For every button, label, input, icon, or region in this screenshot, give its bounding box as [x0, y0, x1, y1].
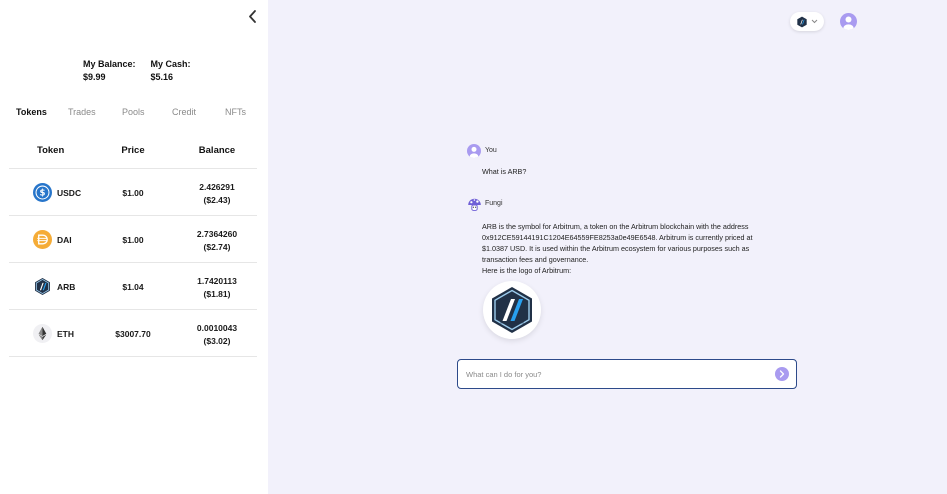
token-balance: 2.7364260 ($2.74) [177, 228, 257, 253]
token-price: $3007.70 [115, 329, 151, 339]
token-balance: 1.7420113 ($1.81) [177, 275, 257, 300]
dai-icon [33, 230, 52, 249]
token-price: $1.00 [122, 188, 144, 198]
chat-input[interactable] [466, 366, 766, 382]
my-cash-value: $5.16 [150, 71, 174, 82]
user-message-sender: You [485, 147, 497, 154]
eth-icon [33, 324, 52, 343]
table-row[interactable]: ETH $3007.70 0.0010043 ($3.02) [9, 310, 257, 357]
bot-message-text: ARB is the symbol for Arbitrum, a token … [482, 221, 782, 276]
arbitrum-logo-icon [492, 287, 532, 333]
mushroom-icon [468, 198, 481, 211]
token-balance-usd: ($1.81) [203, 288, 231, 299]
user-message-avatar [467, 144, 481, 158]
user-message-text: What is ARB? [482, 167, 527, 176]
column-header-balance: Balance [198, 145, 236, 156]
chevron-down-icon [811, 19, 818, 24]
svg-text:$: $ [40, 189, 46, 199]
user-avatar[interactable] [840, 13, 857, 30]
balance-summary: My Balance: $9.99 My Cash: $5.16 [83, 58, 191, 83]
user-icon [469, 146, 479, 158]
token-symbol: DAI [57, 235, 72, 245]
token-price: $1.04 [122, 282, 144, 292]
my-cash-label: My Cash: [150, 59, 191, 69]
my-balance-value: $9.99 [83, 71, 106, 82]
arb-icon [35, 277, 50, 296]
collapse-sidebar-button[interactable] [244, 7, 260, 25]
sidebar: My Balance: $9.99 My Cash: $5.16 Tokens … [0, 0, 268, 494]
bot-message-line: Here is the logo of Arbitrum: [482, 266, 572, 275]
table-row[interactable]: $ USDC $1.00 2.426291 ($2.43) [9, 169, 257, 216]
token-balance-usd: ($2.43) [203, 194, 231, 205]
column-header-token: Token [37, 145, 65, 156]
arbitrum-network-icon [797, 16, 807, 27]
bot-message-sender: Fungi [485, 200, 503, 207]
token-balance-amount: 2.7364260 [196, 229, 238, 239]
bot-avatar [467, 197, 481, 211]
my-balance: My Balance: $9.99 [83, 58, 136, 83]
asset-tabs: Tokens Trades Pools Credit NFTs [0, 107, 268, 121]
table-row[interactable]: ARB $1.04 1.7420113 ($1.81) [9, 263, 257, 310]
token-balance-amount: 1.7420113 [197, 276, 237, 286]
chevron-left-icon [248, 9, 256, 23]
table-row[interactable]: DAI $1.00 2.7364260 ($2.74) [9, 216, 257, 263]
chat-input-container [457, 359, 797, 389]
token-balance: 2.426291 ($2.43) [177, 181, 257, 206]
bot-message-line: transaction fees and governance. [482, 255, 589, 264]
column-header-price: Price [121, 145, 145, 156]
bot-message-line: 0x912CE59144191C1204E64559FE8253a0e49E65… [482, 233, 753, 242]
token-symbol: ETH [57, 329, 74, 339]
tab-credit[interactable]: Credit [172, 107, 196, 117]
token-symbol: USDC [57, 188, 82, 198]
network-selector[interactable] [790, 12, 824, 31]
bot-message-line: ARB is the symbol for Arbitrum, a token … [482, 222, 749, 231]
token-balance-amount: 2.426291 [199, 182, 235, 192]
my-cash: My Cash: $5.16 [151, 58, 191, 83]
token-price: $1.00 [122, 235, 144, 245]
send-button[interactable] [775, 367, 789, 381]
chevron-right-icon [779, 370, 785, 378]
token-balance-usd: ($2.74) [203, 241, 231, 252]
token-table-header: Token Price Balance [9, 145, 257, 159]
bot-message-line: $1.0387 USD. It is used within the Arbit… [482, 244, 750, 253]
tab-trades[interactable]: Trades [68, 107, 96, 117]
token-balance: 0.0010043 ($3.02) [177, 322, 257, 347]
token-symbol: ARB [57, 282, 76, 292]
usdc-icon: $ [33, 183, 52, 202]
my-balance-label: My Balance: [83, 59, 136, 69]
user-icon [843, 16, 854, 30]
arbitrum-logo-image [483, 281, 541, 339]
token-balance-usd: ($3.02) [203, 335, 231, 346]
tab-pools[interactable]: Pools [122, 107, 145, 117]
tab-tokens[interactable]: Tokens [16, 107, 47, 117]
token-balance-amount: 0.0010043 [196, 323, 238, 333]
tab-nfts[interactable]: NFTs [225, 107, 246, 117]
